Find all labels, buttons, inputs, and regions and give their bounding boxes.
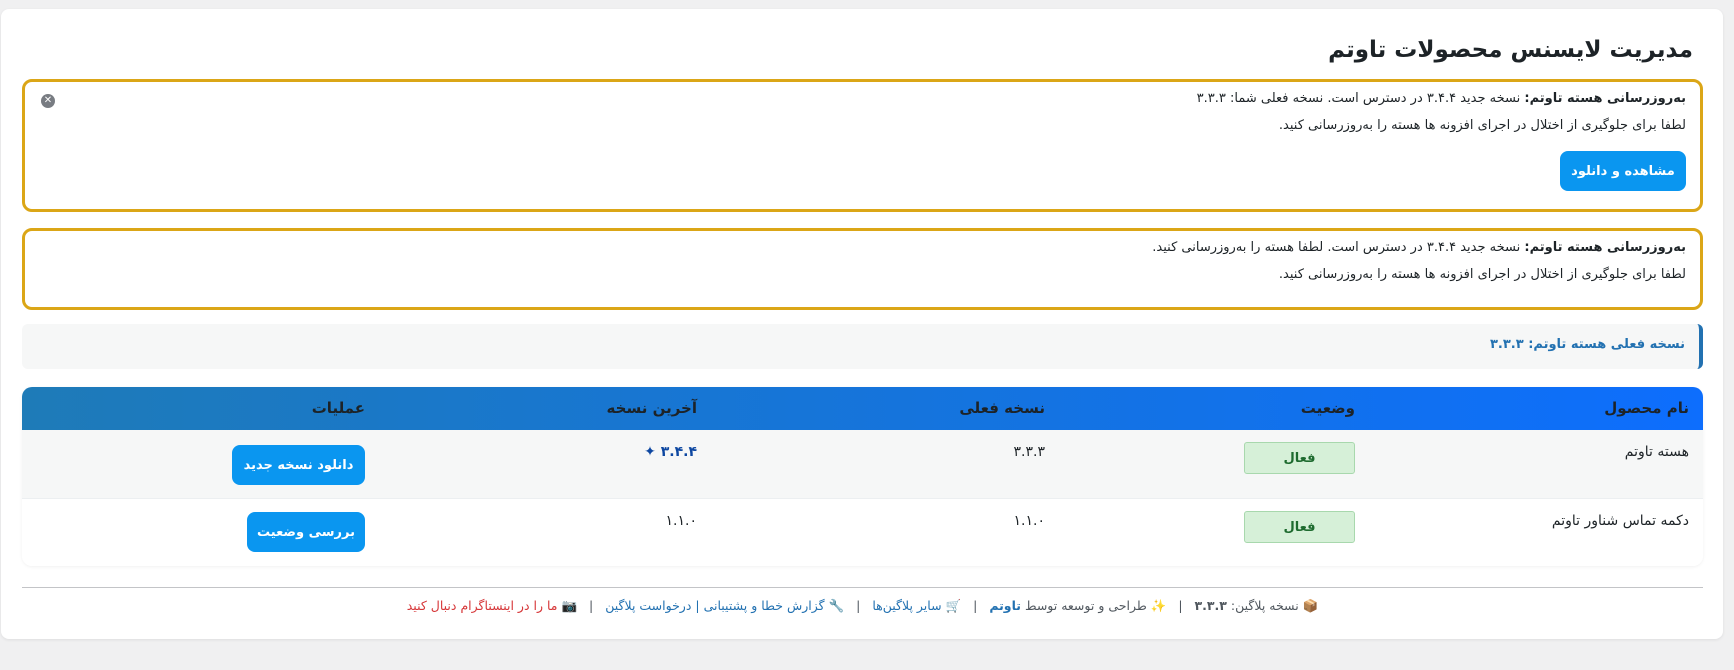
header-product-name: نام محصول <box>1604 399 1689 417</box>
header-latest-version: آخرین نسخه <box>606 399 697 417</box>
instagram-link[interactable]: ما را در اینستاگرام دنبال کنید <box>407 598 558 613</box>
notice-title: به‌روزرسانی هسته تاوتم: <box>1524 240 1686 255</box>
report-support-link[interactable]: گزارش خطا و پشتیبانی | درخواست پلاگین <box>605 598 824 613</box>
wrench-icon: 🔧 <box>828 598 845 613</box>
notice-title: به‌روزرسانی هسته تاوتم: <box>1524 91 1686 106</box>
license-card: مدیریت لایسنس محصولات تاوتم به‌روزرسانی … <box>1 9 1723 639</box>
products-table: نام محصول وضعیت نسخه فعلی آخرین نسخه عمل… <box>22 387 1703 566</box>
view-download-button[interactable]: مشاهده و دانلود <box>1560 151 1686 191</box>
plugin-version-value: ۳.۳.۳ <box>1194 598 1227 613</box>
brand-link[interactable]: تاوتم <box>989 598 1021 613</box>
sparkles-icon: ✨ <box>1150 598 1167 613</box>
notice-message: نسخه جدید ۳.۴.۴ در دسترس است. لطفا هسته … <box>1152 240 1521 255</box>
page-title: مدیریت لایسنس محصولات تاوتم <box>1328 37 1693 63</box>
status-badge: فعال <box>1244 442 1355 474</box>
current-version: ۱.۱.۰ <box>1013 513 1045 529</box>
designed-by-label: طراحی و توسعه توسط <box>1024 598 1147 613</box>
core-update-notice-secondary: به‌روزرسانی هسته تاوتم: نسخه جدید ۳.۴.۴ … <box>22 228 1703 310</box>
package-icon: 📦 <box>1302 598 1319 613</box>
cart-icon: 🛒 <box>945 598 962 613</box>
camera-icon: 📷 <box>561 598 578 613</box>
notice-line-2: لطفا برای جلوگیری از اختلال در اجرای افز… <box>1278 118 1686 133</box>
table-header: نام محصول وضعیت نسخه فعلی آخرین نسخه عمل… <box>22 387 1703 430</box>
current-core-version-text: نسخه فعلی هسته تاوتم: ۳.۳.۳ <box>1489 337 1685 352</box>
other-plugins-link[interactable]: سایر پلاگین‌ها <box>872 598 941 613</box>
footer-separator: | <box>1178 598 1183 613</box>
header-actions: عملیات <box>311 399 365 417</box>
header-status: وضعیت <box>1300 399 1355 417</box>
check-status-button[interactable]: بررسی وضعیت <box>247 512 365 552</box>
plugin-footer: 📦 نسخه پلاگین: ۳.۳.۳ | ✨ طراحی و توسعه ت… <box>22 598 1703 614</box>
notice-message: نسخه جدید ۳.۴.۴ در دسترس است. نسخه فعلی … <box>1196 91 1521 106</box>
table-row: دکمه تماس شناور تاوتم فعال ۱.۱.۰ ۱.۱.۰ ب… <box>22 499 1703 566</box>
notice-line-1: به‌روزرسانی هسته تاوتم: نسخه جدید ۳.۴.۴ … <box>1152 240 1686 255</box>
table-row: هسته تاوتم فعال ۳.۳.۳ ۳.۴.۴ ✦ دانلود نسخ… <box>22 430 1703 499</box>
header-current-version: نسخه فعلی <box>959 399 1045 417</box>
footer-separator: | <box>589 598 594 613</box>
plugin-version-label: نسخه پلاگین: <box>1230 598 1299 613</box>
product-name: هسته تاوتم <box>1624 444 1689 460</box>
notice-line-2: لطفا برای جلوگیری از اختلال در اجرای افز… <box>1278 267 1686 282</box>
latest-version: ۱.۱.۰ <box>665 513 697 529</box>
download-new-version-button[interactable]: دانلود نسخه جدید <box>232 445 365 485</box>
latest-version: ۳.۴.۴ ✦ <box>644 444 697 460</box>
current-version: ۳.۳.۳ <box>1013 444 1045 460</box>
current-core-version-info: نسخه فعلی هسته تاوتم: ۳.۳.۳ <box>22 324 1703 369</box>
product-name: دکمه تماس شناور تاوتم <box>1551 513 1689 529</box>
footer-separator: | <box>856 598 861 613</box>
dismiss-icon[interactable]: ✕ <box>41 94 55 108</box>
footer-separator: | <box>973 598 978 613</box>
status-badge: فعال <box>1244 511 1355 543</box>
notice-line-1: به‌روزرسانی هسته تاوتم: نسخه جدید ۳.۴.۴ … <box>1197 91 1686 106</box>
core-update-notice: به‌روزرسانی هسته تاوتم: نسخه جدید ۳.۴.۴ … <box>22 79 1703 212</box>
footer-divider <box>22 587 1703 588</box>
